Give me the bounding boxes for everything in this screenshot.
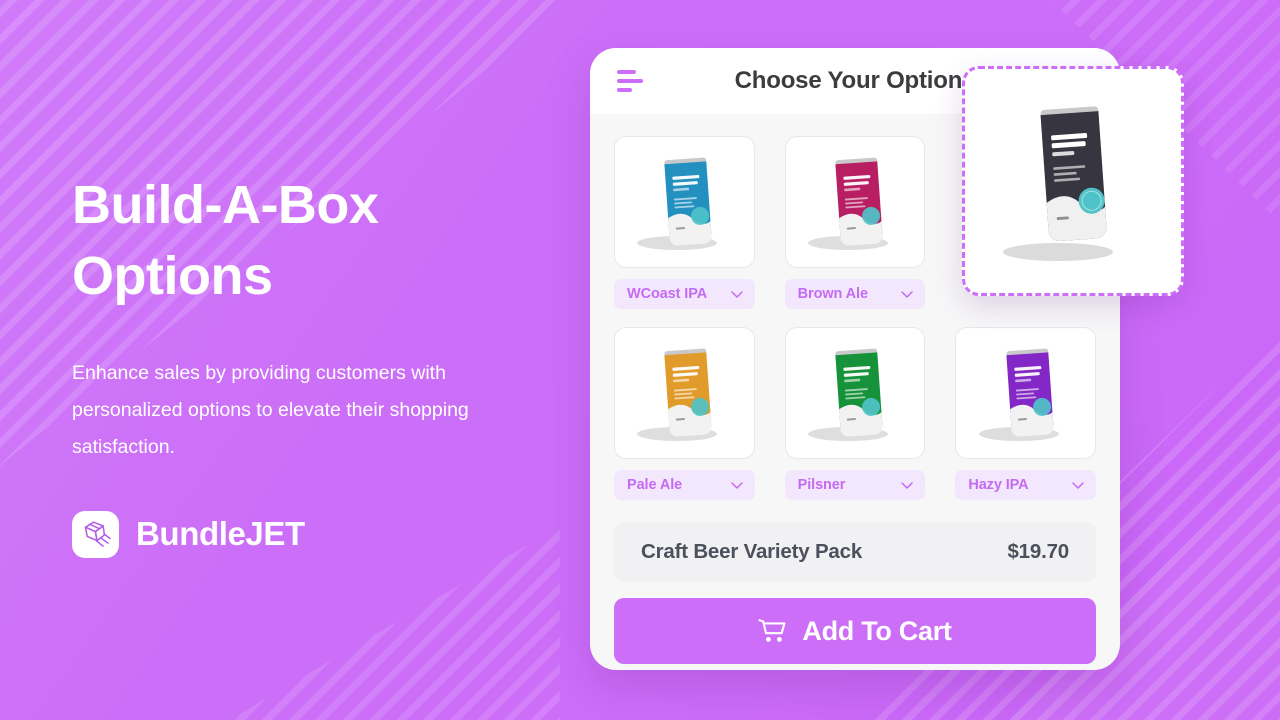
product-option-wcoast-ipa[interactable]: WCoast IPA: [614, 136, 755, 309]
product-option-pale-ale[interactable]: Pale Ale: [614, 327, 755, 500]
flying-package-icon: [72, 510, 119, 558]
brand-lockup: BundleJET: [72, 510, 542, 558]
product-variant-dropdown[interactable]: Hazy IPA: [955, 470, 1096, 500]
product-variant-label: WCoast IPA: [627, 286, 708, 302]
bundle-price: $19.70: [1007, 540, 1069, 563]
product-option-hazy-ipa[interactable]: Hazy IPA: [955, 327, 1096, 500]
add-to-cart-button[interactable]: Add To Cart: [614, 598, 1096, 664]
product-option-brown-ale[interactable]: Brown Ale: [784, 136, 926, 309]
product-variant-dropdown[interactable]: Brown Ale: [784, 279, 926, 309]
product-image-tile[interactable]: [784, 327, 926, 459]
product-image-tile[interactable]: [955, 327, 1096, 459]
product-variant-label: Hazy IPA: [968, 477, 1029, 493]
chevron-down-icon: [901, 290, 914, 298]
product-image-tile[interactable]: [784, 136, 926, 268]
product-option-pilsner[interactable]: Pilsner: [784, 327, 926, 500]
product-variant-dropdown[interactable]: WCoast IPA: [614, 279, 755, 309]
selected-option-preview-card[interactable]: [962, 66, 1184, 296]
chevron-down-icon: [730, 290, 743, 298]
chevron-down-icon: [730, 481, 743, 489]
bundle-summary-bar: Craft Beer Variety Pack $19.70: [614, 522, 1096, 582]
add-to-cart-label: Add To Cart: [802, 615, 952, 646]
hamburger-menu-icon[interactable]: [617, 70, 647, 92]
bundle-name: Craft Beer Variety Pack: [641, 540, 863, 563]
hero-copy-column: Build-A-Box Options Enhance sales by pro…: [72, 170, 542, 558]
chevron-down-icon: [901, 481, 914, 489]
product-variant-dropdown[interactable]: Pale Ale: [614, 470, 755, 500]
product-variant-label: Brown Ale: [797, 286, 868, 302]
product-variant-label: Pilsner: [797, 477, 846, 493]
product-image-tile[interactable]: [614, 327, 755, 459]
shopping-cart-icon: [758, 618, 786, 642]
brand-name: BundleJET: [136, 515, 305, 553]
hero-description: Enhance sales by providing customers wit…: [72, 361, 469, 459]
product-variant-dropdown[interactable]: Pilsner: [784, 470, 926, 500]
preview-can-image: [1003, 106, 1113, 261]
product-image-tile[interactable]: [614, 136, 755, 268]
page-title: Build-A-Box Options: [72, 175, 379, 307]
product-variant-label: Pale Ale: [627, 477, 683, 493]
chevron-down-icon: [1072, 481, 1084, 489]
